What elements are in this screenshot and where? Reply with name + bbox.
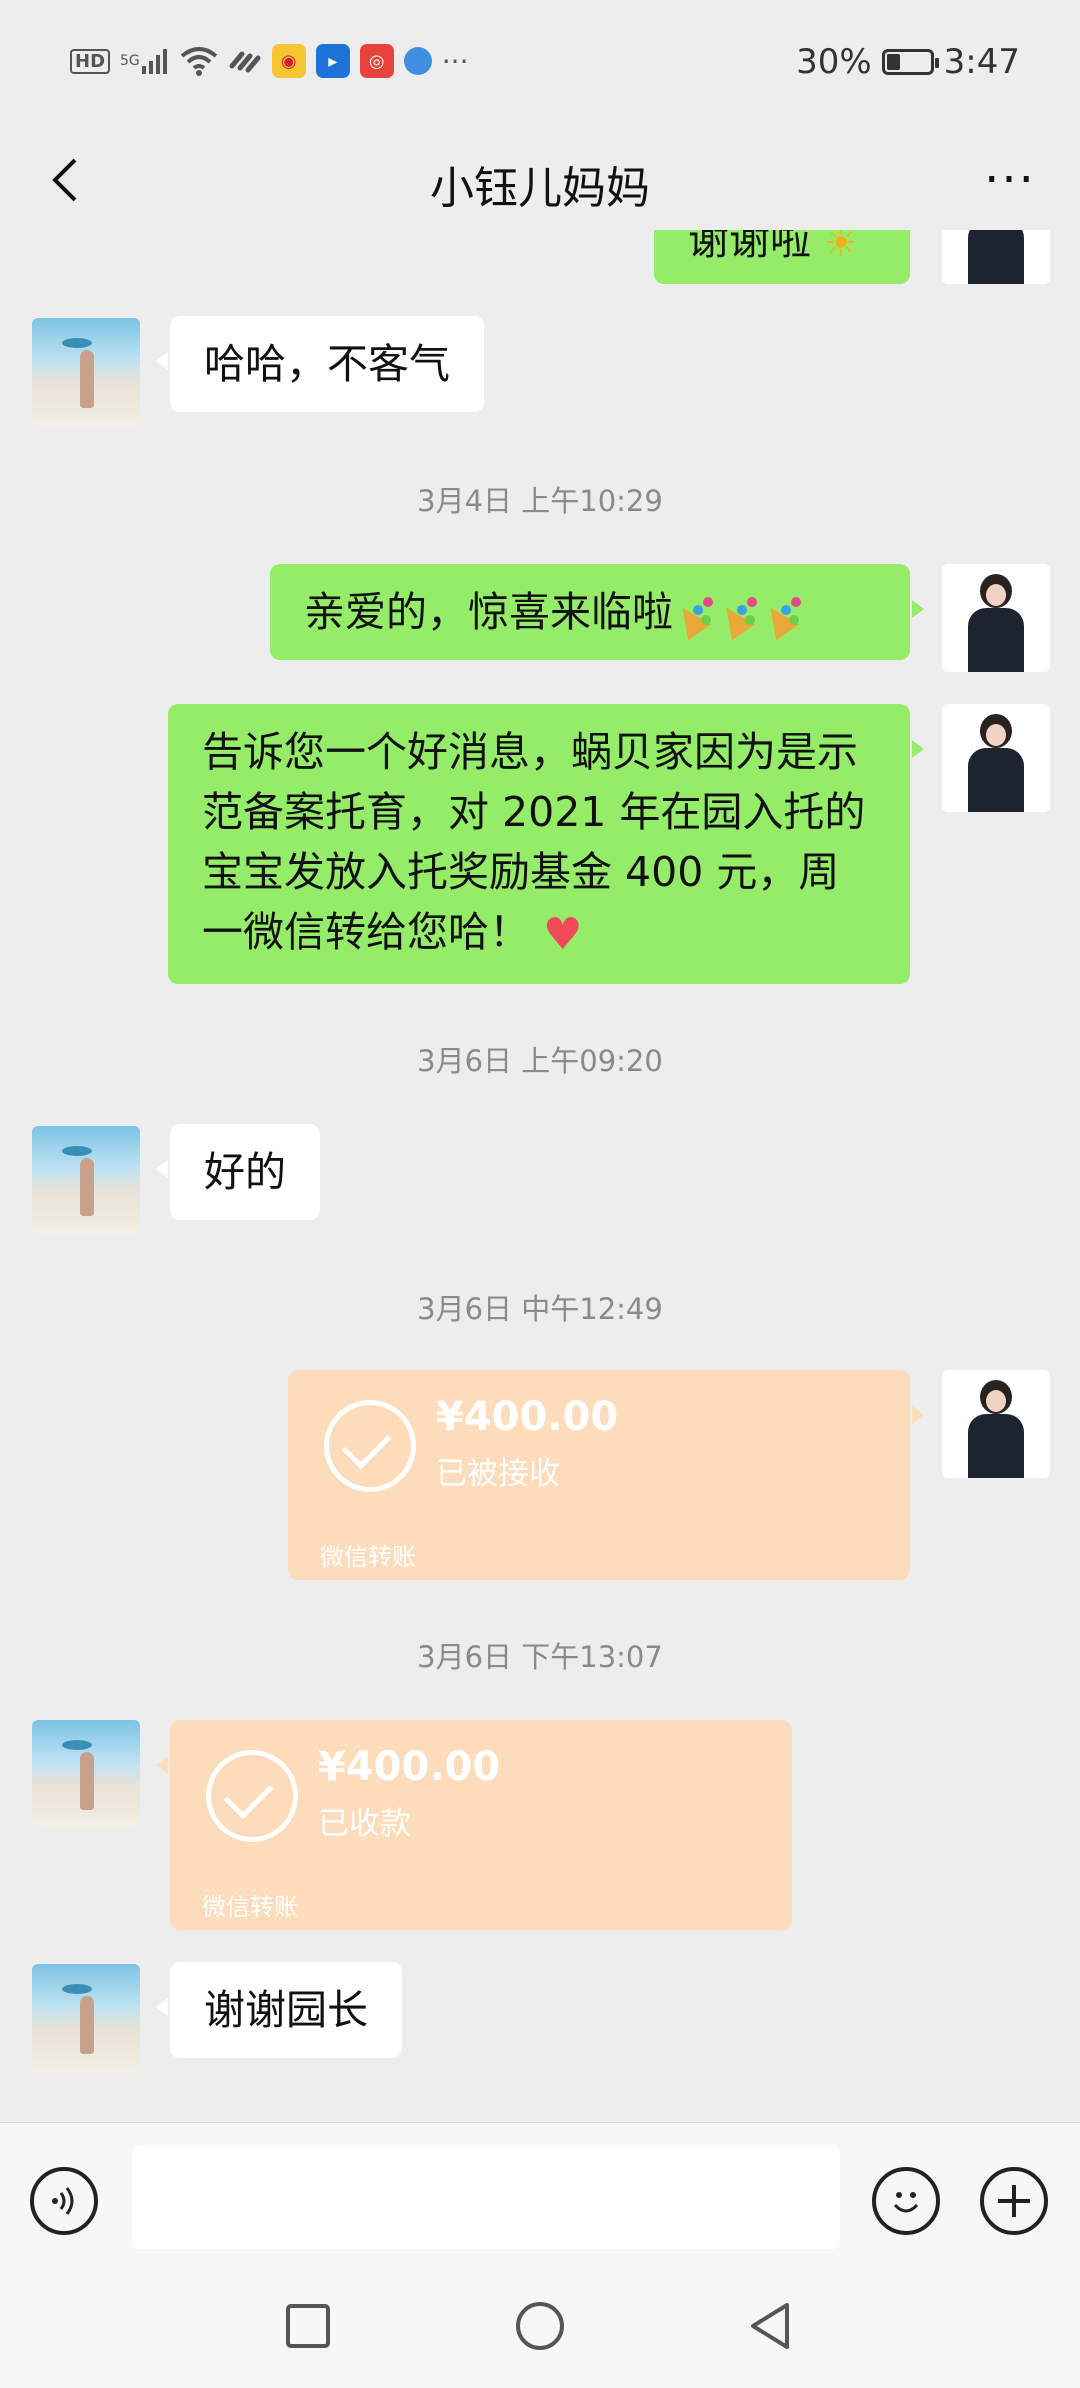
avatar-self[interactable] xyxy=(942,1370,1050,1478)
message-bubble-out[interactable]: 亲爱的，惊喜来临啦 xyxy=(270,564,924,660)
plus-icon xyxy=(998,2185,1030,2217)
hd-icon: HD xyxy=(70,48,111,74)
message-text: 谢谢啦 xyxy=(688,230,811,264)
status-icons-left: HD 5G ◉ ▸ ◎ ··· xyxy=(70,44,468,78)
transfer-label: 微信转账 xyxy=(202,1893,298,1921)
timestamp: 3月4日 上午10:29 xyxy=(417,484,663,518)
network-type: 5G xyxy=(120,53,140,69)
emoji-button[interactable] xyxy=(872,2167,940,2235)
message-input[interactable] xyxy=(132,2145,840,2249)
battery-icon xyxy=(881,49,939,75)
transfer-status: 已被接收 xyxy=(436,1456,560,1492)
weibo-icon: ◉ xyxy=(271,44,306,78)
app-globe-icon xyxy=(403,47,432,75)
clock: 3:47 xyxy=(943,42,1020,82)
check-circle-icon xyxy=(206,1750,298,1842)
more-icon: ··· xyxy=(441,44,469,78)
more-dots-icon: ··· xyxy=(984,152,1036,208)
party-popper-emoji-icon xyxy=(673,593,717,637)
signal-icon: 5G xyxy=(120,48,170,74)
status-bar: HD 5G ◉ ▸ ◎ ··· 30% 3:47 xyxy=(0,0,1080,130)
voice-button[interactable] xyxy=(30,2167,98,2235)
app-blue-icon: ▸ xyxy=(315,44,350,78)
home-icon xyxy=(516,2302,564,2350)
recent-apps-button[interactable] xyxy=(278,2296,338,2356)
avatar-self[interactable] xyxy=(942,704,1050,812)
message-text: 亲爱的，惊喜来临啦 xyxy=(304,588,673,636)
sun-emoji-icon: ☀ xyxy=(824,230,859,265)
message-bubble-out[interactable]: 谢谢啦 ☀ xyxy=(654,230,910,284)
more-button[interactable]: ··· xyxy=(970,140,1050,220)
message-list[interactable]: 谢谢啦 ☀ 哈哈，不客气 3月4日 上午10:29 亲爱的，惊喜来临啦 告诉您一… xyxy=(0,230,1080,2122)
battery-fill xyxy=(886,54,900,70)
timestamp: 3月6日 上午09:20 xyxy=(417,1044,663,1078)
back-icon xyxy=(751,2303,789,2349)
message-bubble-in[interactable]: 好的 xyxy=(156,1124,320,1220)
message-bubble-in[interactable]: 谢谢园长 xyxy=(156,1962,402,2058)
back-nav-button[interactable] xyxy=(740,2296,800,2356)
message-text: 告诉您一个好消息，蜗贝家因为是示范备案托育，对 2021 年在园入托的宝宝发放入… xyxy=(202,728,866,956)
battery-percent: 30% xyxy=(796,42,872,82)
system-nav-bar xyxy=(0,2254,1080,2388)
avatar-contact[interactable] xyxy=(32,1720,140,1828)
timestamp: 3月6日 中午12:49 xyxy=(417,1292,663,1326)
emoji-icon xyxy=(893,2192,919,2213)
avatar-contact[interactable] xyxy=(32,318,140,426)
transfer-amount: ¥400.00 xyxy=(436,1394,619,1440)
transfer-card-in[interactable]: ¥400.00 已收款 微信转账 xyxy=(156,1720,792,1930)
timestamp: 3月6日 下午13:07 xyxy=(417,1640,663,1674)
message-text: 谢谢园长 xyxy=(204,1986,368,2034)
link-icon xyxy=(228,46,262,76)
transfer-label: 微信转账 xyxy=(320,1543,416,1571)
voice-icon xyxy=(52,2187,74,2215)
transfer-amount: ¥400.00 xyxy=(318,1744,501,1790)
transfer-status: 已收款 xyxy=(318,1806,411,1842)
avatar-self[interactable] xyxy=(942,564,1050,672)
heart-emoji-icon: ♥ xyxy=(543,909,583,960)
avatar-self[interactable] xyxy=(942,230,1050,284)
party-popper-emoji-icon xyxy=(717,593,761,637)
wifi-icon xyxy=(180,46,218,76)
chat-title: 小钰儿妈妈 xyxy=(430,163,650,214)
recent-apps-icon xyxy=(286,2304,330,2348)
status-icons-right: 30% 3:47 xyxy=(796,42,1020,82)
check-circle-icon xyxy=(324,1400,416,1492)
transfer-card-out[interactable]: ¥400.00 已被接收 微信转账 xyxy=(288,1370,924,1580)
avatar-contact[interactable] xyxy=(32,1126,140,1234)
input-bar xyxy=(0,2122,1080,2255)
home-button[interactable] xyxy=(510,2296,570,2356)
message-text: 哈哈，不客气 xyxy=(204,340,450,388)
message-bubble-out[interactable]: 告诉您一个好消息，蜗贝家因为是示范备案托育，对 2021 年在园入托的宝宝发放入… xyxy=(168,704,924,984)
message-text: 好的 xyxy=(204,1148,286,1196)
message-bubble-in[interactable]: 哈哈，不客气 xyxy=(156,316,484,412)
avatar-contact[interactable] xyxy=(32,1964,140,2072)
party-popper-emoji-icon xyxy=(761,593,805,637)
app-red-icon: ◎ xyxy=(359,44,394,78)
chat-header: 小钰儿妈妈 ··· xyxy=(0,130,1080,230)
plus-button[interactable] xyxy=(980,2167,1048,2235)
